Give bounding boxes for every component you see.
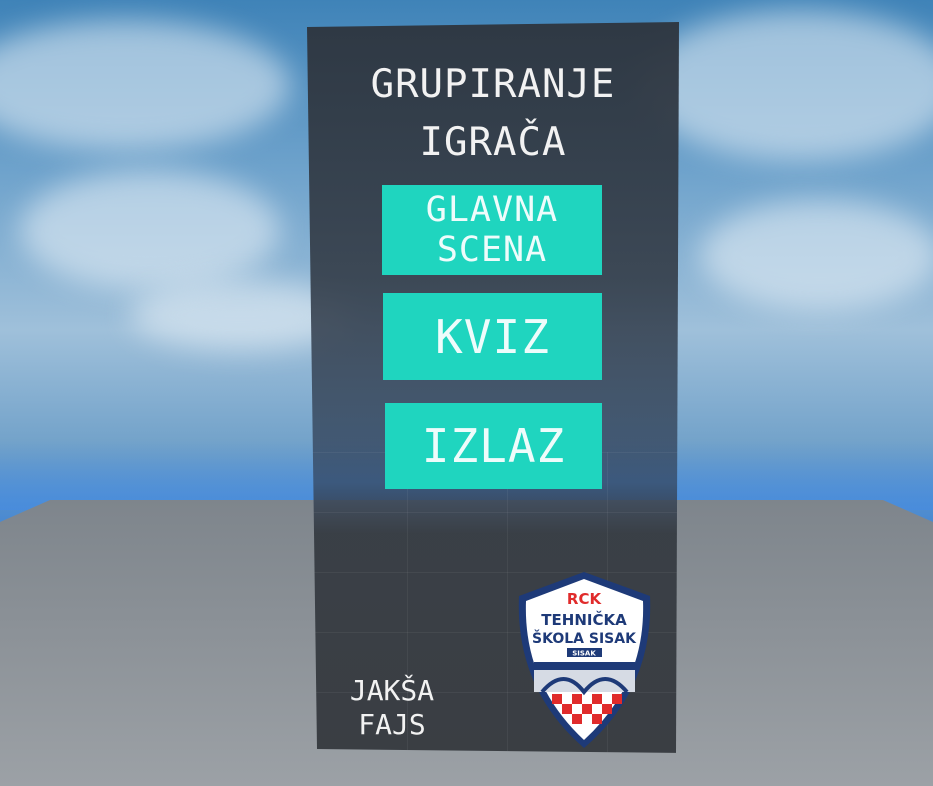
cloud xyxy=(20,170,280,290)
menu-title-line1: GRUPIRANJE xyxy=(370,62,616,107)
logo-ribbon-text: SISAK xyxy=(572,650,596,658)
menu-title: GRUPIRANJE IGRAČA xyxy=(307,56,679,172)
menu-title-line2: IGRAČA xyxy=(419,120,567,165)
main-scene-button[interactable]: GLAVNA SCENA xyxy=(382,185,602,275)
school-logo: RCK TEHNIČKA ŠKOLA SISAK SISAK xyxy=(518,572,651,748)
author-credit: JAKŠA FAJS xyxy=(337,674,447,742)
cloud xyxy=(700,200,933,310)
logo-line2: ŠKOLA SISAK xyxy=(532,629,637,647)
logo-rck-text: RCK xyxy=(567,590,603,608)
quiz-label: KVIZ xyxy=(435,309,550,364)
main-scene-label-line2: SCENA xyxy=(436,230,548,270)
exit-button[interactable]: IZLAZ xyxy=(385,403,602,489)
exit-label: IZLAZ xyxy=(421,419,566,473)
logo-line1: TEHNIČKA xyxy=(541,610,627,629)
main-scene-label-line1: GLAVNA xyxy=(425,190,559,230)
menu-panel: GRUPIRANJE IGRAČA GLAVNA SCENA KVIZ IZLA… xyxy=(307,22,679,753)
author-first-name: JAKŠA xyxy=(349,674,435,707)
quiz-button[interactable]: KVIZ xyxy=(383,293,602,380)
author-last-name: FAJS xyxy=(358,708,426,741)
